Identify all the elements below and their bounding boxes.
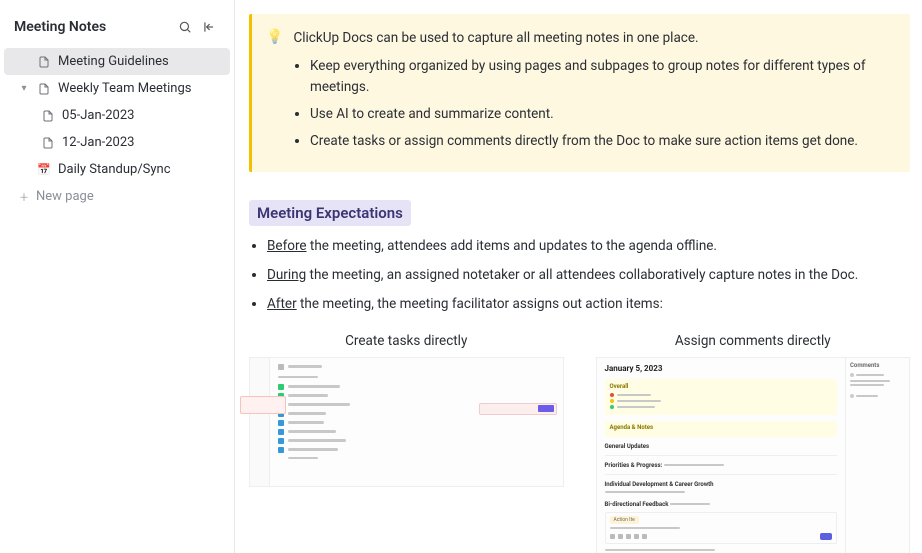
callout-block[interactable]: 💡 ClickUp Docs can be used to capture al… bbox=[249, 14, 910, 172]
sidebar-item-label: 05-Jan-2023 bbox=[62, 108, 134, 123]
underlined-word: After bbox=[267, 296, 297, 312]
list-item[interactable]: Before the meeting, attendees add items … bbox=[267, 236, 910, 257]
section-heading[interactable]: Meeting Expectations bbox=[249, 200, 411, 226]
two-columns: Create tasks directly bbox=[249, 333, 910, 553]
list-item[interactable]: During the meeting, an assigned notetake… bbox=[267, 265, 910, 286]
sidebar-item-label: 12-Jan-2023 bbox=[62, 135, 134, 150]
new-page-label: New page bbox=[36, 189, 94, 204]
mock-date: January 5, 2023 bbox=[605, 364, 838, 373]
new-page-button[interactable]: ＋ New page bbox=[4, 183, 230, 210]
chevron-down-icon[interactable]: ▾ bbox=[18, 83, 30, 94]
sidebar-item-label: Daily Standup/Sync bbox=[58, 162, 171, 177]
sidebar-item-daily-standup[interactable]: 📅 Daily Standup/Sync bbox=[4, 156, 230, 183]
expectations-list: Before the meeting, attendees add items … bbox=[267, 236, 910, 315]
sidebar-item-weekly-team-meetings[interactable]: ▾ Weekly Team Meetings bbox=[4, 75, 230, 102]
doc-icon bbox=[40, 137, 56, 149]
column-title: Assign comments directly bbox=[596, 333, 911, 349]
sidebar-item-12-jan-2023[interactable]: 12-Jan-2023 bbox=[4, 129, 230, 156]
list-item-text: the meeting, an assigned notetaker or al… bbox=[306, 267, 858, 283]
sidebar-item-05-jan-2023[interactable]: 05-Jan-2023 bbox=[4, 102, 230, 129]
callout-bullet: Use AI to create and summarize content. bbox=[310, 104, 892, 125]
sidebar-item-label: Meeting Guidelines bbox=[58, 54, 169, 69]
document-body: 💡 ClickUp Docs can be used to capture al… bbox=[235, 0, 922, 553]
callout-bullet: Keep everything organized by using pages… bbox=[310, 56, 892, 98]
sidebar: Meeting Notes Meeting Guidelines ▾ Weekl… bbox=[0, 0, 235, 553]
callout-lead: ClickUp Docs can be used to capture all … bbox=[293, 28, 698, 48]
lightbulb-icon: 💡 bbox=[266, 29, 283, 45]
plus-icon: ＋ bbox=[18, 189, 30, 204]
column-right: Assign comments directly January 5, 2023… bbox=[596, 333, 911, 553]
screenshot-assign-comments: January 5, 2023 Overall Agenda & Notes G… bbox=[596, 357, 911, 553]
sidebar-header: Meeting Notes bbox=[0, 10, 234, 48]
list-item[interactable]: After the meeting, the meeting facilitat… bbox=[267, 294, 910, 315]
callout-bullet: Create tasks or assign comments directly… bbox=[310, 131, 892, 152]
column-left: Create tasks directly bbox=[249, 333, 564, 553]
search-icon[interactable] bbox=[174, 16, 196, 38]
doc-title[interactable]: Meeting Notes bbox=[14, 19, 172, 35]
callout-list: Keep everything organized by using pages… bbox=[310, 56, 892, 152]
screenshot-create-tasks bbox=[249, 357, 564, 487]
underlined-word: Before bbox=[267, 238, 307, 254]
doc-icon bbox=[36, 83, 52, 95]
collapse-sidebar-icon[interactable] bbox=[198, 16, 220, 38]
calendar-icon: 📅 bbox=[36, 163, 52, 176]
doc-icon bbox=[40, 110, 56, 122]
sidebar-item-meeting-guidelines[interactable]: Meeting Guidelines bbox=[4, 48, 230, 75]
list-item-text: the meeting, attendees add items and upd… bbox=[307, 238, 717, 254]
column-title: Create tasks directly bbox=[249, 333, 564, 349]
underlined-word: During bbox=[267, 267, 306, 283]
list-item-text: the meeting, the meeting facilitator ass… bbox=[297, 296, 663, 312]
sidebar-item-label: Weekly Team Meetings bbox=[58, 81, 191, 96]
doc-icon bbox=[36, 56, 52, 68]
